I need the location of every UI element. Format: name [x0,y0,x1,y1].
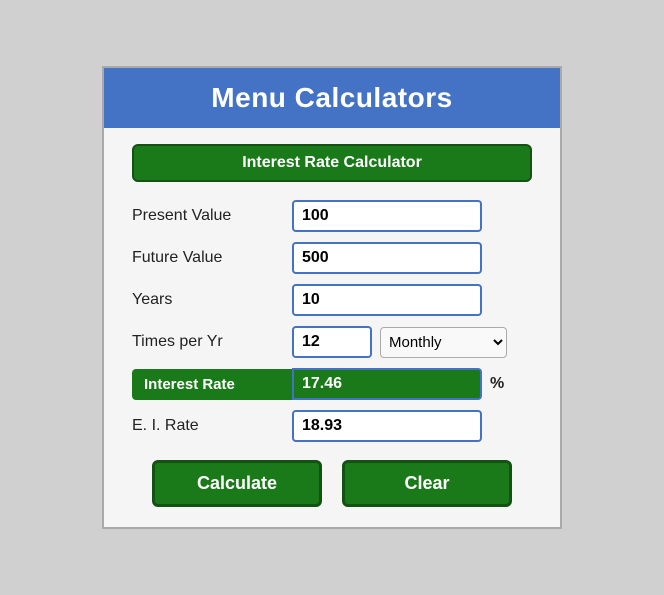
ei-rate-input[interactable] [292,410,482,442]
ei-rate-label: E. I. Rate [132,417,292,435]
present-value-row: Present Value [132,200,532,232]
interest-rate-input[interactable] [292,368,482,400]
interest-rate-label: Interest Rate [132,369,292,400]
times-row-inputs: Daily Weekly Monthly Quarterly Semi-Annu… [292,326,507,358]
header-title: Menu Calculators [114,82,550,114]
times-per-yr-label: Times per Yr [132,333,292,351]
times-per-yr-row: Times per Yr Daily Weekly Monthly Quarte… [132,326,532,358]
future-value-label: Future Value [132,249,292,267]
percent-symbol: % [490,375,504,393]
present-value-label: Present Value [132,207,292,225]
clear-button[interactable]: Clear [342,460,512,507]
years-label: Years [132,291,292,309]
compounding-select[interactable]: Daily Weekly Monthly Quarterly Semi-Annu… [380,327,507,358]
years-input[interactable] [292,284,482,316]
calculator-body: Interest Rate Calculator Present Value F… [104,128,560,527]
calculate-button[interactable]: Calculate [152,460,322,507]
interest-rate-row: Interest Rate % [132,368,532,400]
times-per-yr-input[interactable] [292,326,372,358]
future-value-input[interactable] [292,242,482,274]
ei-rate-row: E. I. Rate [132,410,532,442]
calculator-container: Menu Calculators Interest Rate Calculato… [102,66,562,529]
years-row: Years [132,284,532,316]
present-value-input[interactable] [292,200,482,232]
buttons-row: Calculate Clear [132,460,532,507]
future-value-row: Future Value [132,242,532,274]
header: Menu Calculators [104,68,560,128]
section-header: Interest Rate Calculator [132,144,532,182]
